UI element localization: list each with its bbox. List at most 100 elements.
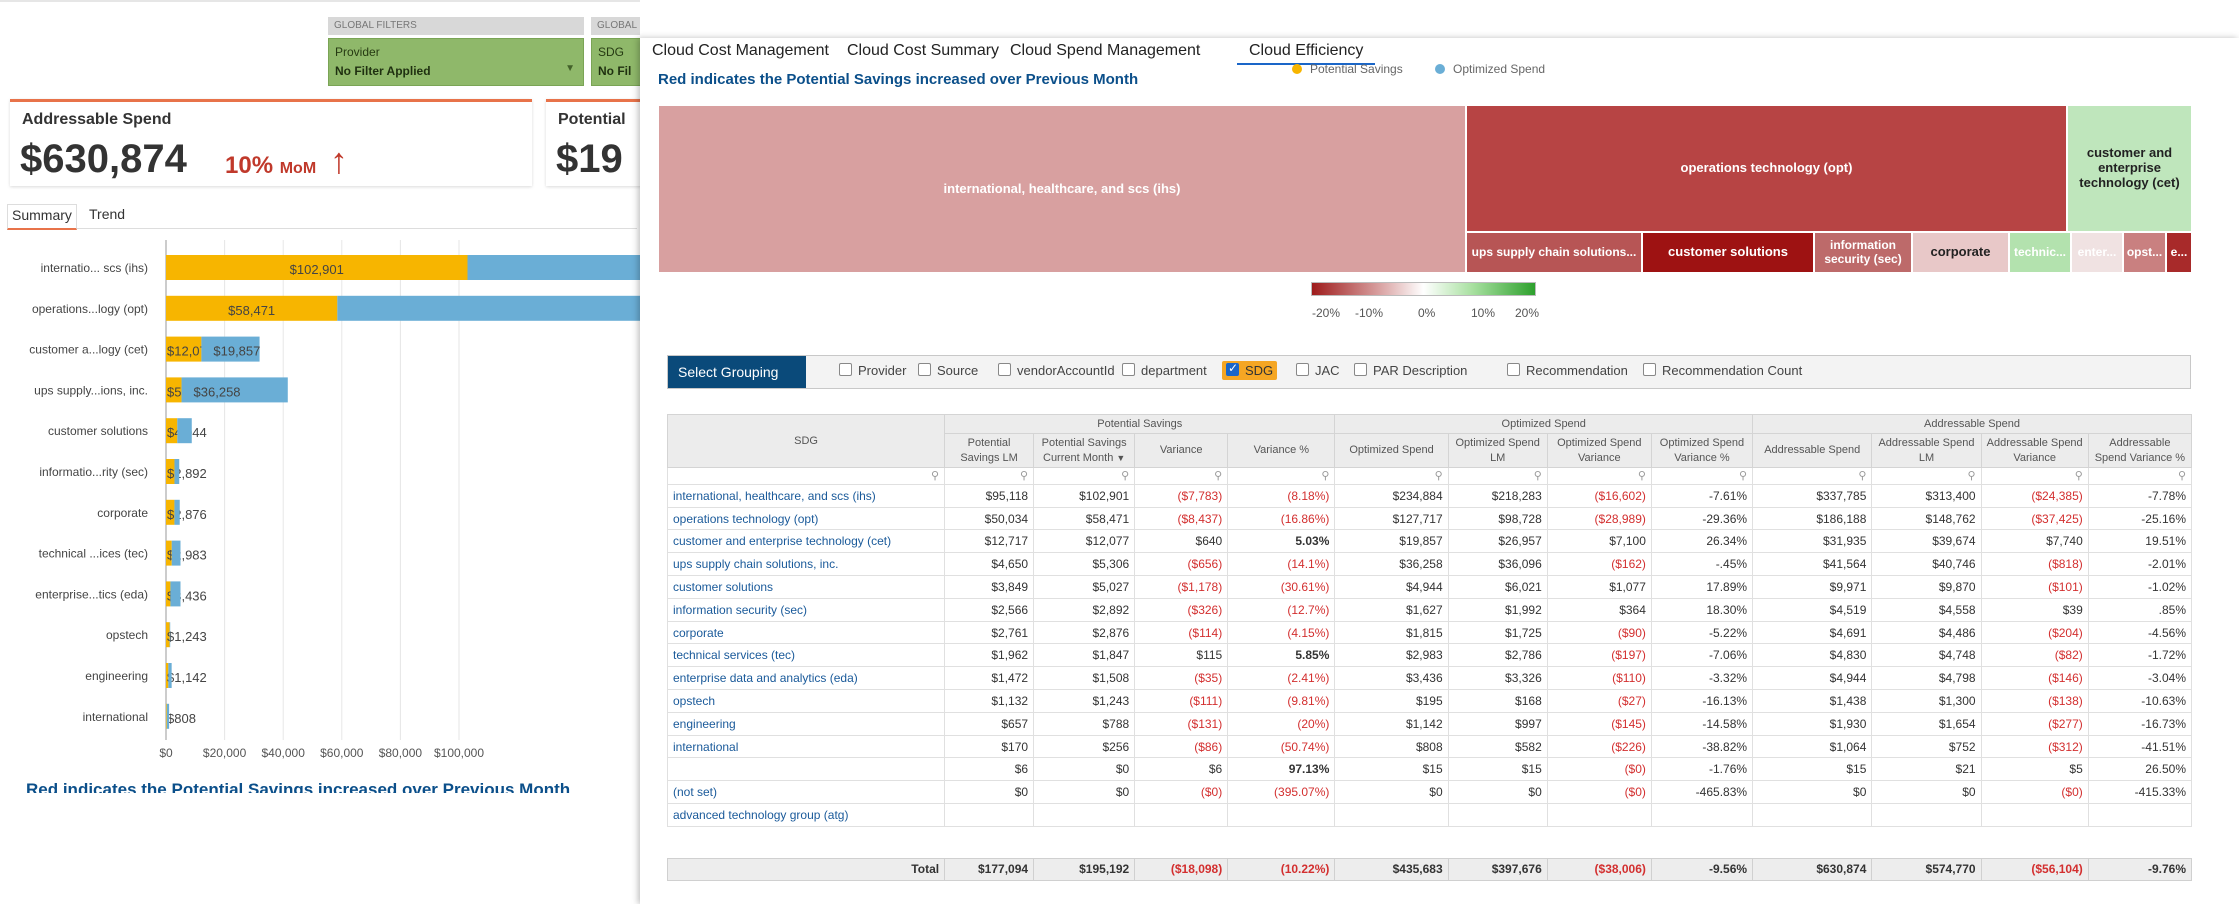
column-filter-cell[interactable]: ⚲ (1033, 466, 1136, 485)
treemap-tile-tec[interactable]: technic... (2009, 232, 2071, 273)
treemap-tile-customer-solutions[interactable]: customer solutions (1642, 232, 1814, 273)
column-filter-cell[interactable]: ⚲ (1650, 466, 1754, 485)
sdg-name-cell[interactable]: customer and enterprise technology (cet) (666, 529, 946, 554)
search-icon[interactable]: ⚲ (1858, 469, 1866, 482)
sdg-name-cell[interactable]: technical services (tec) (666, 643, 946, 668)
treemap-tile-ihs[interactable]: international, healthcare, and scs (ihs) (658, 105, 1466, 273)
table-row[interactable]: advanced technology group (atg) (666, 803, 2193, 827)
grouping-option-sdg[interactable]: SDG (1222, 361, 1278, 380)
grouping-option-jac[interactable]: JAC (1296, 363, 1340, 378)
treemap-tile-ups[interactable]: ups supply chain solutions... (1466, 232, 1642, 273)
column-filter-cell[interactable]: ⚲ (1227, 466, 1336, 485)
column-filter-cell[interactable]: ⚲ (1752, 466, 1873, 485)
tab-trend[interactable]: Trend (85, 204, 129, 227)
treemap-tile-sec[interactable]: information security (sec) (1814, 232, 1912, 273)
search-icon[interactable]: ⚲ (931, 469, 939, 482)
treemap-tile-eda[interactable]: enter... (2071, 232, 2123, 273)
sdg-filter[interactable]: SDG No Fil (591, 38, 640, 86)
checkbox[interactable] (998, 363, 1011, 376)
column-header[interactable]: Addressable Spend (1752, 433, 1873, 468)
search-icon[interactable]: ⚲ (2178, 469, 2186, 482)
checkbox[interactable] (1354, 363, 1367, 376)
column-filter-cell[interactable]: ⚲ (1134, 466, 1229, 485)
table-row[interactable]: customer and enterprise technology (cet)… (666, 529, 2193, 554)
sdg-name-cell[interactable]: enterprise data and analytics (eda) (666, 666, 946, 691)
treemap-tile-engineering[interactable]: e... (2166, 232, 2192, 273)
column-header[interactable]: Optimized Spend Variance (1546, 433, 1652, 468)
table-row[interactable]: customer solutions $3,849 $5,027 ($1,178) (3… (666, 575, 2193, 599)
table-row[interactable]: $6 $0 $6 97.13% $15 $15 ($0) -1.76% $15 $21 $5 26.5… (666, 757, 2193, 782)
treemap-tile-opt[interactable]: operations technology (opt) (1466, 105, 2067, 232)
checkbox[interactable] (839, 363, 852, 376)
search-icon[interactable]: ⚲ (1020, 469, 1028, 482)
search-icon[interactable]: ⚲ (1739, 469, 1747, 482)
column-filter-cell[interactable]: ⚲ (1447, 466, 1548, 485)
sdg-name-cell[interactable] (666, 757, 946, 782)
sdg-name-cell[interactable]: operations technology (opt) (666, 506, 946, 531)
tab-summary[interactable]: Summary (7, 204, 77, 230)
table-row[interactable]: operations technology (opt) $50,034 $58,47… (666, 506, 2193, 531)
table-row[interactable]: international $170 $256 ($86) (50.74%) $808 $5… (666, 734, 2193, 759)
sdg-name-cell[interactable]: ups supply chain solutions, inc. (666, 552, 946, 577)
grouping-option-recommendation-count[interactable]: Recommendation Count (1643, 363, 1802, 378)
sdg-name-cell[interactable]: engineering (666, 711, 946, 736)
sdg-name-cell[interactable]: (not set) (666, 780, 946, 805)
search-icon[interactable]: ⚲ (2075, 469, 2083, 482)
sdg-name-cell[interactable]: corporate (666, 620, 946, 645)
search-icon[interactable]: ⚲ (1214, 469, 1222, 482)
grouping-option-provider[interactable]: Provider (839, 363, 906, 378)
tab-cloud-cost-summary[interactable]: Cloud Cost Summary (835, 40, 1011, 65)
table-row[interactable]: technical services (tec) $1,962 $1,847 $115… (666, 643, 2193, 668)
treemap-tile-opstech[interactable]: opst... (2123, 232, 2166, 273)
checkbox[interactable] (1507, 363, 1520, 376)
checkbox[interactable] (1296, 363, 1309, 376)
table-row[interactable]: ups supply chain solutions, inc. $4,650 $5… (666, 552, 2193, 577)
provider-filter[interactable]: Provider No Filter Applied ▼ (328, 38, 584, 86)
tab-cloud-spend-management[interactable]: Cloud Spend Management (998, 40, 1212, 65)
grouping-option-vendor-account-id[interactable]: vendorAccountId (998, 363, 1115, 378)
column-header[interactable]: Optimized Spend Variance % (1650, 433, 1754, 468)
table-row[interactable]: international, healthcare, and scs (ihs)… (666, 483, 2193, 508)
sdg-name-cell[interactable]: international, healthcare, and scs (ihs) (666, 483, 946, 508)
search-icon[interactable]: ⚲ (1638, 469, 1646, 482)
grouping-option-recommendation[interactable]: Recommendation (1507, 363, 1628, 378)
column-filter-cell[interactable]: ⚲ (1980, 466, 2089, 485)
treemap-tile-cet[interactable]: customer and enterprise technology (cet) (2067, 105, 2192, 232)
table-row[interactable]: opstech $1,132 $1,243 ($111) (9.81%) $195 $168… (666, 689, 2193, 713)
column-header-sdg[interactable]: SDG (666, 414, 946, 468)
table-row[interactable]: engineering $657 $788 ($131) (20%) $1,142 $997… (666, 711, 2193, 736)
checkbox[interactable] (1122, 363, 1135, 376)
table-row[interactable]: information security (sec) $2,566 $2,892 ($… (666, 597, 2193, 622)
sdg-name-cell[interactable]: information security (sec) (666, 597, 946, 622)
column-filter-cell[interactable]: ⚲ (666, 466, 946, 485)
sdg-name-cell[interactable]: international (666, 734, 946, 759)
column-filter-cell[interactable]: ⚲ (1334, 466, 1449, 485)
search-icon[interactable]: ⚲ (1968, 469, 1976, 482)
grouping-option-source[interactable]: Source (918, 363, 978, 378)
sdg-name-cell[interactable]: customer solutions (666, 575, 946, 599)
column-header[interactable]: Addressable Spend Variance % (2087, 433, 2193, 468)
column-header[interactable]: Addressable Spend Variance (1980, 433, 2089, 468)
grouping-option-par-description[interactable]: PAR Description (1354, 363, 1467, 378)
column-header[interactable]: Potential Savings Current Month ▼ (1033, 433, 1136, 468)
column-filter-cell[interactable]: ⚲ (2087, 466, 2193, 485)
checkbox[interactable] (1643, 363, 1656, 376)
treemap-tile-corporate[interactable]: corporate (1912, 232, 2009, 273)
tab-cloud-cost-management[interactable]: Cloud Cost Management (640, 40, 841, 65)
column-header[interactable]: Optimized Spend LM (1447, 433, 1548, 468)
table-row[interactable]: corporate $2,761 $2,876 ($114) (4.15%) $1,815… (666, 620, 2193, 645)
column-header[interactable]: Potential Savings LM (944, 433, 1035, 468)
sort-desc-icon[interactable]: ▼ (1116, 453, 1125, 463)
column-filter-cell[interactable]: ⚲ (944, 466, 1035, 485)
column-filter-cell[interactable]: ⚲ (1871, 466, 1982, 485)
checkbox[interactable] (918, 363, 931, 376)
column-header[interactable]: Optimized Spend (1334, 433, 1449, 468)
checkbox-checked[interactable] (1226, 361, 1239, 376)
column-filter-cell[interactable]: ⚲ (1546, 466, 1652, 485)
search-icon[interactable]: ⚲ (1321, 469, 1329, 482)
column-header[interactable]: Variance (1134, 433, 1229, 468)
sdg-name-cell[interactable]: opstech (666, 689, 946, 713)
table-row[interactable]: (not set) $0 $0 ($0) (395.07%) $0 $0 ($0) -465.8… (666, 780, 2193, 805)
search-icon[interactable]: ⚲ (1121, 469, 1129, 482)
table-row[interactable]: enterprise data and analytics (eda) $1,47… (666, 666, 2193, 691)
